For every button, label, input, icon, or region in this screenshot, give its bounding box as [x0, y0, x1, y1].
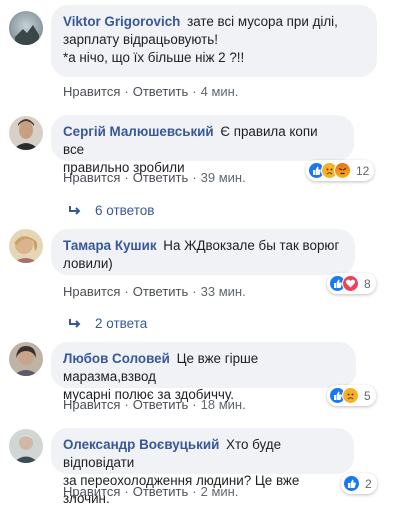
like-icon [343, 475, 360, 492]
like-link[interactable]: Нравится [63, 84, 120, 99]
comment-author[interactable]: Тамара Кушик [63, 238, 157, 253]
reaction-count: 2 [365, 476, 372, 491]
separator: · [124, 284, 129, 299]
reply-link[interactable]: Ответить [133, 84, 189, 99]
comment-text: ловили) [63, 256, 113, 271]
comment-author[interactable]: Viktor Grigorovich [63, 14, 180, 29]
comment-text: *а нічо, що їх більше ніж 2 ?!! [63, 50, 245, 65]
comment-time[interactable]: 4 мин. [201, 84, 239, 99]
comment-text: На ЖДвокзале бы так ворюг [163, 238, 340, 253]
love-icon [342, 275, 359, 292]
like-link[interactable]: Нравится [63, 284, 120, 299]
separator: · [192, 170, 197, 185]
comment-time[interactable]: 2 мин. [201, 484, 239, 499]
comment-actions: Нравится · Ответить · 39 мин. [63, 170, 246, 185]
reactions-summary[interactable]: 12 [306, 160, 375, 181]
separator: · [192, 284, 197, 299]
comment-author[interactable]: Олександр Воєвуцький [63, 437, 219, 452]
comment-actions: Нравится · Ответить · 33 мин. [63, 284, 246, 299]
comment-actions: Нравится · Ответить · 4 мин. [63, 84, 238, 99]
comment-bubble: Viktor Grigorovich зате всі мусора при д… [51, 5, 377, 77]
comment-author[interactable]: Любов Соловей [63, 351, 170, 366]
comment-actions: Нравится · Ответить · 2 мин. [63, 484, 238, 499]
comment-bubble: Тамара Кушик На ЖДвокзале бы так ворюг л… [51, 229, 355, 275]
avatar[interactable] [9, 116, 43, 150]
reply-arrow-icon [69, 206, 81, 215]
avatar[interactable] [9, 429, 43, 463]
angry-icon [334, 162, 351, 179]
reply-link[interactable]: Ответить [133, 284, 189, 299]
comment-time[interactable]: 33 мин. [201, 284, 246, 299]
separator: · [124, 397, 129, 412]
reply-count[interactable]: 2 ответа [95, 316, 147, 331]
reaction-count: 5 [364, 388, 371, 403]
separator: · [124, 84, 129, 99]
separator: · [124, 170, 129, 185]
separator: · [192, 84, 197, 99]
separator: · [192, 484, 197, 499]
comment-bubble: Любов Соловей Це вже гірше маразма,взвод… [51, 342, 356, 402]
reply-link[interactable]: Ответить [133, 484, 189, 499]
like-link[interactable]: Нравится [63, 397, 120, 412]
reactions-summary[interactable]: 8 [327, 273, 376, 294]
separator: · [192, 397, 197, 412]
view-replies-link[interactable]: 2 ответа [68, 316, 147, 331]
like-link[interactable]: Нравится [63, 484, 120, 499]
comment-bubble: Олександр Воєвуцький Хто буде відповідат… [51, 428, 354, 506]
reaction-count: 8 [364, 276, 371, 291]
comment-text: зарплату відрацьовують! [63, 32, 218, 47]
avatar[interactable] [9, 11, 43, 45]
comment-text: зате всі мусора при ділі, [187, 14, 338, 29]
view-replies-link[interactable]: 6 ответов [68, 203, 154, 218]
reply-count[interactable]: 6 ответов [95, 203, 154, 218]
avatar[interactable] [9, 229, 43, 263]
reaction-count: 12 [356, 163, 370, 178]
comment-time[interactable]: 39 мин. [201, 170, 246, 185]
separator: · [124, 484, 129, 499]
reply-link[interactable]: Ответить [133, 397, 189, 412]
comment-actions: Нравится · Ответить · 18 мин. [63, 397, 246, 412]
comment-author[interactable]: Сергій Малюшевський [63, 124, 214, 139]
reactions-summary[interactable]: 2 [341, 473, 377, 494]
like-link[interactable]: Нравится [63, 170, 120, 185]
avatar[interactable] [9, 342, 43, 376]
comment-time[interactable]: 18 мин. [201, 397, 246, 412]
comment-bubble: Сергій Малюшевський Є правила копи все п… [51, 115, 354, 175]
reply-link[interactable]: Ответить [133, 170, 189, 185]
sad-icon [342, 387, 359, 404]
reactions-summary[interactable]: 5 [327, 385, 376, 406]
reply-arrow-icon [69, 319, 81, 328]
